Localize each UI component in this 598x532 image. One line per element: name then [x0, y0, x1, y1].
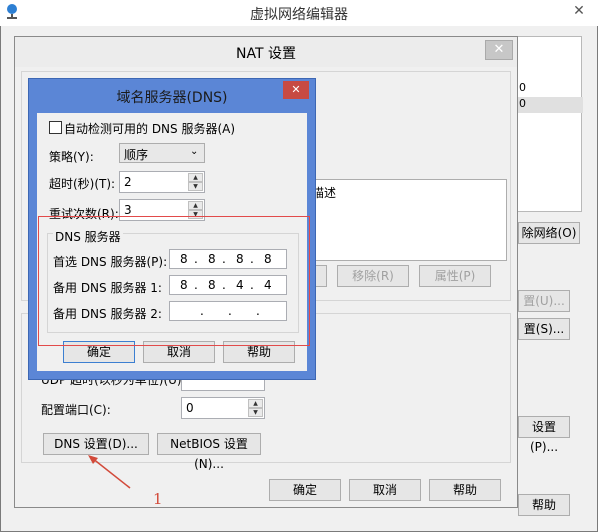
dns-title-bar: 域名服务器(DNS) ✕	[29, 79, 315, 111]
config-port-label: 配置端口(C):	[41, 403, 111, 417]
port-forward-list[interactable]: 描述	[311, 179, 507, 261]
policy-value: 顺序	[124, 148, 149, 162]
close-icon[interactable]: ✕	[564, 0, 594, 22]
list-item[interactable]: 0	[517, 81, 583, 97]
up-arrow-icon[interactable]: ▲	[188, 201, 203, 210]
settings-u-button[interactable]: 置(U)...	[518, 290, 570, 312]
config-port-value: 0	[186, 401, 194, 415]
up-arrow-icon[interactable]: ▲	[188, 173, 203, 182]
remove-network-button[interactable]: 除网络(O)	[518, 222, 580, 244]
timeout-value: 2	[124, 175, 132, 189]
close-icon[interactable]: ✕	[283, 81, 309, 99]
auto-detect-label: 自动检测可用的 DNS 服务器(A)	[64, 122, 236, 136]
policy-label: 策略(Y):	[49, 150, 94, 164]
nat-title-bar: NAT 设置 ✕	[15, 37, 517, 67]
retries-value: 3	[124, 203, 132, 217]
chevron-down-icon: ⌄	[190, 146, 199, 157]
timeout-label: 超时(秒)(T):	[49, 177, 116, 191]
nat-dialog-title: NAT 设置	[236, 46, 296, 62]
netbios-settings-button[interactable]: NetBIOS 设置(N)...	[157, 433, 261, 471]
down-arrow-icon[interactable]: ▼	[188, 182, 203, 191]
up-arrow-icon[interactable]: ▲	[248, 399, 263, 408]
outer-title-bar: 虚拟网络编辑器 ✕	[0, 0, 598, 26]
annotation-highlight-box	[38, 216, 310, 346]
close-icon[interactable]: ✕	[485, 40, 513, 60]
settings-p-button[interactable]: 设置(P)...	[518, 416, 570, 454]
annotation-arrow-icon	[88, 455, 131, 489]
settings-s-button[interactable]: 置(S)...	[518, 318, 570, 340]
nat-help-button[interactable]: 帮助	[429, 479, 501, 501]
remove-button[interactable]: 移除(R)	[337, 265, 409, 287]
policy-select[interactable]: 顺序 ⌄	[119, 143, 205, 163]
network-list-partial[interactable]: 0 0	[516, 36, 583, 212]
nat-ok-button[interactable]: 确定	[269, 479, 341, 501]
config-port-stepper[interactable]: 0 ▲ ▼	[181, 397, 265, 419]
outer-help-button[interactable]: 帮助	[518, 494, 570, 516]
dns-dialog-title: 域名服务器(DNS)	[116, 90, 228, 106]
list-item[interactable]: 0	[517, 97, 583, 113]
timeout-stepper[interactable]: 2 ▲ ▼	[119, 171, 205, 193]
nat-cancel-button[interactable]: 取消	[349, 479, 421, 501]
properties-button[interactable]: 属性(P)	[419, 265, 491, 287]
outer-window-title: 虚拟网络编辑器	[250, 7, 348, 23]
auto-detect-checkbox[interactable]	[49, 121, 62, 134]
down-arrow-icon[interactable]: ▼	[248, 408, 263, 417]
annotation-number: 1	[153, 490, 163, 508]
